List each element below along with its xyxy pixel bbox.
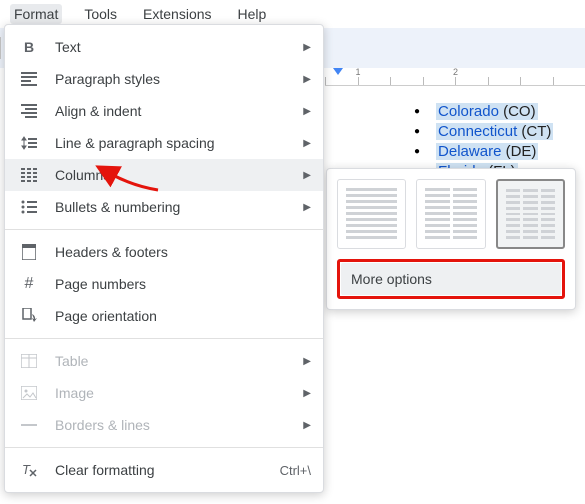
bullets-icon xyxy=(19,197,39,217)
column-option-3[interactable] xyxy=(496,179,565,249)
state-abbr: (CO) xyxy=(499,103,536,120)
label: Paragraph styles xyxy=(55,71,160,87)
table-icon xyxy=(19,351,39,371)
label: Image xyxy=(55,385,94,401)
chevron-right-icon: ▶ xyxy=(303,356,311,367)
ruler-margin-indicator[interactable] xyxy=(333,68,343,75)
chevron-right-icon: ▶ xyxy=(303,170,311,181)
paragraph-icon xyxy=(19,69,39,89)
menu-item-paragraph-styles[interactable]: Paragraph styles ▶ xyxy=(5,63,323,95)
columns-icon xyxy=(19,165,39,185)
label: Align & indent xyxy=(55,103,141,119)
state-entry: Connecticut (CT) xyxy=(436,123,553,140)
separator xyxy=(5,229,323,230)
columns-submenu: More options xyxy=(326,168,576,310)
toolbar-separator xyxy=(0,37,1,59)
state-abbr: (DE) xyxy=(501,143,536,160)
menu-help[interactable]: Help xyxy=(234,4,271,24)
more-options-button[interactable]: More options xyxy=(341,263,561,295)
chevron-right-icon: ▶ xyxy=(303,388,311,399)
label: Page numbers xyxy=(55,276,146,292)
menu-item-bullets-numbering[interactable]: Bullets & numbering ▶ xyxy=(5,191,323,223)
label: Table xyxy=(55,353,88,369)
state-entry: Delaware (DE) xyxy=(436,143,538,160)
state-name: Connecticut xyxy=(438,123,517,140)
chevron-right-icon: ▶ xyxy=(303,74,311,85)
shortcut: Ctrl+\ xyxy=(280,463,311,478)
list-item: Colorado (CO) xyxy=(370,103,575,120)
menu-item-image: Image ▶ xyxy=(5,377,323,409)
state-entry: Colorado (CO) xyxy=(436,103,538,120)
menu-item-table: Table ▶ xyxy=(5,345,323,377)
menu-item-borders-lines: Borders & lines ▶ xyxy=(5,409,323,441)
menu-tools[interactable]: Tools xyxy=(80,4,121,24)
menu-item-page-numbers[interactable]: # Page numbers xyxy=(5,268,323,300)
separator xyxy=(5,447,323,448)
state-name: Colorado xyxy=(438,103,499,120)
spacing-icon xyxy=(19,133,39,153)
label: Bullets & numbering xyxy=(55,199,180,215)
label: Line & paragraph spacing xyxy=(55,135,215,151)
annotation-highlight: More options xyxy=(337,259,565,299)
chevron-right-icon: ▶ xyxy=(303,42,311,53)
list-item: Delaware (DE) xyxy=(370,143,575,160)
menu-item-columns[interactable]: Columns ▶ xyxy=(5,159,323,191)
label: Clear formatting xyxy=(55,462,155,478)
align-icon xyxy=(19,101,39,121)
menu-item-line-spacing[interactable]: Line & paragraph spacing ▶ xyxy=(5,127,323,159)
hash-icon: # xyxy=(19,274,39,294)
menu-item-clear-formatting[interactable]: T Clear formatting Ctrl+\ xyxy=(5,454,323,486)
chevron-right-icon: ▶ xyxy=(303,138,311,149)
menu-item-page-orientation[interactable]: Page orientation xyxy=(5,300,323,332)
menu-extensions[interactable]: Extensions xyxy=(139,4,215,24)
menu-format[interactable]: Format xyxy=(10,4,62,24)
chevron-right-icon: ▶ xyxy=(303,420,311,431)
chevron-right-icon: ▶ xyxy=(303,202,311,213)
orientation-icon xyxy=(19,306,39,326)
label: Text xyxy=(55,39,81,55)
image-icon xyxy=(19,383,39,403)
state-abbr: (CT) xyxy=(517,123,551,140)
chevron-right-icon: ▶ xyxy=(303,106,311,117)
state-name: Delaware xyxy=(438,143,501,160)
menu-item-headers-footers[interactable]: Headers & footers xyxy=(5,236,323,268)
ruler xyxy=(325,68,585,86)
clear-format-icon: T xyxy=(19,460,39,480)
column-option-1[interactable] xyxy=(337,179,406,249)
label: Columns xyxy=(55,167,110,183)
menu-item-align-indent[interactable]: Align & indent ▶ xyxy=(5,95,323,127)
svg-text:T: T xyxy=(22,462,31,477)
headers-icon xyxy=(19,242,39,262)
label: Headers & footers xyxy=(55,244,168,260)
line-icon xyxy=(19,415,39,435)
list-item: Connecticut (CT) xyxy=(370,123,575,140)
menu-item-text[interactable]: B Text ▶ xyxy=(5,31,323,63)
label: Page orientation xyxy=(55,308,157,324)
column-option-2[interactable] xyxy=(416,179,485,249)
format-dropdown: B Text ▶ Paragraph styles ▶ Align & inde… xyxy=(4,24,324,493)
label: Borders & lines xyxy=(55,417,150,433)
bold-icon: B xyxy=(19,37,39,57)
column-options-row xyxy=(337,179,565,249)
separator xyxy=(5,338,323,339)
